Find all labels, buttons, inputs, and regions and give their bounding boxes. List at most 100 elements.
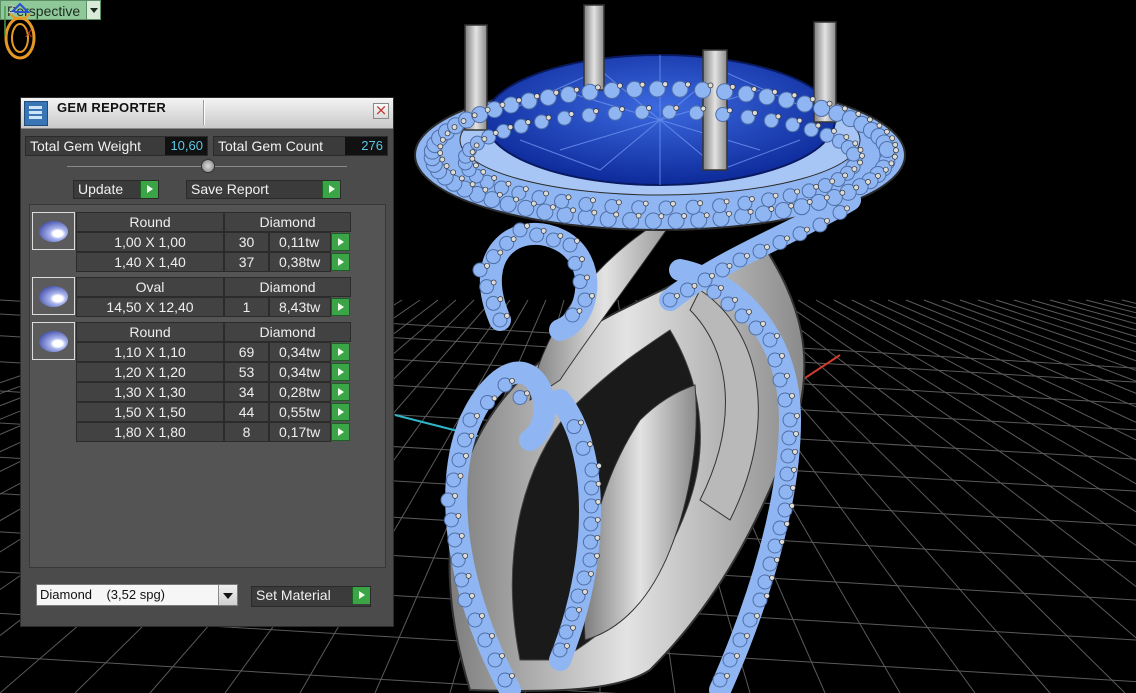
pave-bead — [444, 130, 451, 137]
pave-bead — [724, 672, 730, 679]
total-weight-label: Total Gem Weight — [30, 138, 142, 154]
pave-bead — [804, 226, 810, 233]
play-arrow-icon[interactable] — [322, 181, 340, 198]
table-row[interactable]: 14,50 X 12,40 1 8,43tw — [76, 297, 350, 317]
pave-bead — [844, 205, 850, 212]
pave-bead — [499, 101, 506, 108]
pave-bead — [570, 207, 576, 214]
pave-bead — [882, 166, 889, 173]
gem-list[interactable]: Round Diamond 1,00 X 1,00 30 0,11tw 1,40… — [29, 204, 386, 568]
pave-bead — [505, 180, 512, 187]
pave-bead — [451, 124, 458, 130]
dropdown-arrow-icon[interactable] — [218, 585, 237, 605]
pave-bead — [596, 462, 602, 469]
gem-size: 14,50 X 12,40 — [76, 297, 224, 317]
panel-titlebar[interactable]: GEM REPORTER × — [21, 98, 393, 129]
table-row[interactable]: 1,30 X 1,30 34 0,28tw — [76, 382, 350, 402]
play-arrow-icon[interactable] — [331, 233, 350, 251]
play-arrow-icon[interactable] — [352, 587, 370, 604]
pave-bead — [892, 153, 898, 160]
pave-bead — [635, 212, 642, 219]
gem-count: 44 — [224, 402, 269, 422]
save-report-button[interactable]: Save Report — [186, 180, 341, 199]
gem-shape: Round — [76, 322, 224, 342]
pave-bead — [658, 213, 665, 220]
gem-reporter-panel: GEM REPORTER × Total Gem Weight 10,60 To… — [20, 97, 394, 627]
pave-bead — [489, 632, 495, 639]
pave-bead — [784, 372, 790, 379]
pave-bead — [595, 84, 601, 91]
pave-bead — [889, 135, 896, 142]
pave-bead — [772, 192, 779, 199]
table-row[interactable]: 1,10 X 1,10 69 0,34tw — [76, 342, 350, 362]
play-arrow-icon[interactable] — [331, 383, 350, 401]
gem-shape: Oval — [76, 277, 224, 297]
pave-bead — [673, 105, 680, 111]
table-row[interactable]: 1,80 X 1,80 8 0,17tw — [76, 422, 350, 442]
pave-bead — [524, 222, 530, 229]
pave-bead — [815, 122, 822, 129]
pave-bead — [843, 134, 850, 140]
update-button[interactable]: Update — [73, 180, 159, 199]
play-arrow-icon[interactable] — [331, 363, 350, 381]
table-row[interactable]: 1,20 X 1,20 53 0,34tw — [76, 362, 350, 382]
pave-bead — [670, 200, 676, 207]
total-weight-field: Total Gem Weight 10,60 — [25, 136, 208, 156]
pave-bead — [867, 116, 873, 123]
pave-bead — [775, 113, 782, 120]
pave-bead — [479, 612, 485, 619]
pave-bead — [726, 210, 732, 217]
pave-bead — [823, 194, 830, 201]
pave-bead — [499, 652, 505, 659]
save-report-label: Save Report — [191, 181, 269, 197]
pave-bead — [784, 520, 790, 527]
gem-thumbnail[interactable] — [32, 212, 75, 250]
pave-bead — [793, 430, 799, 437]
pave-bead — [491, 395, 498, 402]
pave-bead — [471, 112, 478, 119]
play-arrow-icon[interactable] — [331, 253, 350, 271]
pave-bead — [771, 89, 778, 95]
pave-bead — [888, 160, 895, 167]
grid-line — [869, 299, 1136, 423]
material-select[interactable]: Diamond (3,52 spg) — [36, 584, 238, 606]
gem-count: 30 — [224, 232, 269, 252]
update-label: Update — [78, 181, 124, 197]
set-material-button[interactable]: Set Material — [251, 586, 371, 607]
pave-bead — [791, 92, 798, 99]
play-arrow-icon[interactable] — [331, 343, 350, 361]
pave-bead — [734, 652, 740, 659]
pave-bead — [469, 592, 475, 599]
viewport-menu-arrow-icon[interactable] — [86, 1, 101, 19]
pave-bead — [746, 308, 752, 315]
pave-bead — [589, 292, 595, 299]
pave-bead — [530, 200, 537, 207]
play-arrow-icon[interactable] — [331, 298, 350, 316]
close-icon[interactable]: × — [373, 103, 389, 119]
pave-bead — [790, 484, 796, 491]
pave-bead — [768, 206, 775, 212]
pave-bead — [439, 156, 446, 163]
gem-shape: Round — [76, 212, 224, 232]
play-arrow-icon[interactable] — [140, 181, 158, 198]
table-row[interactable]: 1,40 X 1,40 37 0,38tw — [76, 252, 350, 272]
pave-bead — [509, 672, 515, 679]
gem-thumbnail[interactable] — [32, 322, 75, 360]
gem-count: 53 — [224, 362, 269, 382]
pave-bead — [469, 181, 476, 188]
pave-bead — [876, 122, 883, 129]
table-row[interactable]: 1,50 X 1,50 44 0,55tw — [76, 402, 350, 422]
gem-thumbnail[interactable] — [32, 277, 75, 315]
table-row[interactable]: 1,00 X 1,00 30 0,11tw — [76, 232, 350, 252]
pave-bead — [509, 377, 515, 384]
pave-bead — [455, 512, 462, 519]
play-arrow-icon[interactable] — [331, 423, 350, 441]
pave-bead — [831, 128, 837, 134]
gem-count: 37 — [224, 252, 269, 272]
gem-size: 1,20 X 1,20 — [76, 362, 224, 382]
slider-knob[interactable] — [201, 159, 215, 173]
pave-bead — [613, 211, 620, 218]
play-arrow-icon[interactable] — [331, 403, 350, 421]
pave-bead — [826, 100, 833, 107]
pave-bead — [796, 117, 803, 124]
